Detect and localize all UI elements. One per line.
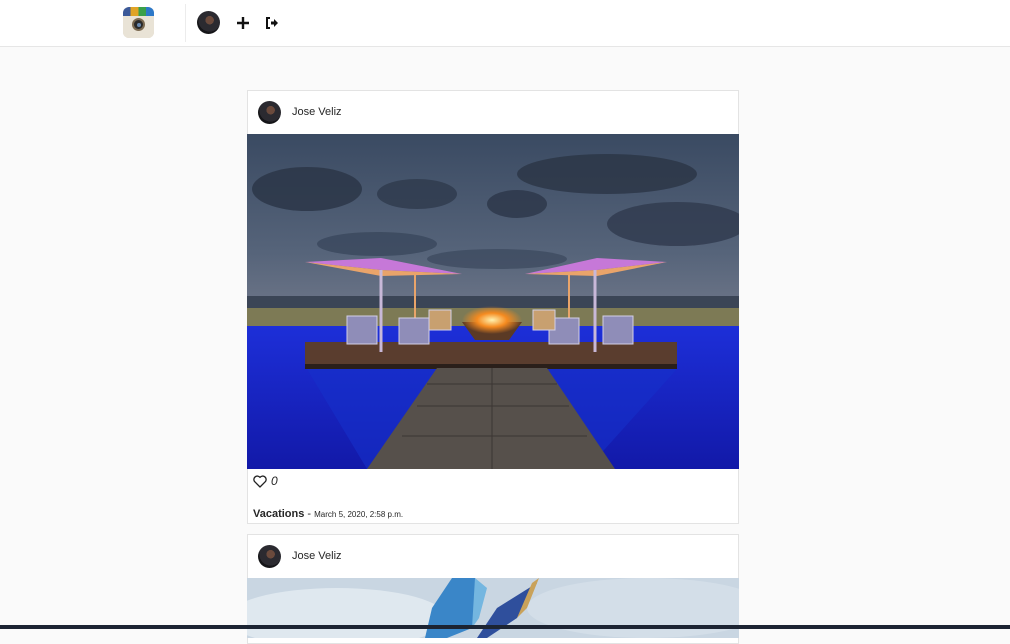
instagram-logo-icon[interactable]: [123, 7, 154, 38]
post-card: Jose Veliz: [247, 90, 739, 524]
post-author-avatar[interactable]: [258, 101, 281, 124]
logout-icon[interactable]: [264, 15, 280, 31]
taskbar-strip: [0, 625, 1010, 629]
caption-separator: -: [304, 508, 315, 520]
post-header: Jose Veliz: [248, 91, 738, 134]
heart-icon[interactable]: [253, 475, 267, 488]
post-username[interactable]: Jose Veliz: [292, 550, 342, 562]
nav-divider: [185, 4, 186, 42]
plus-icon[interactable]: [235, 15, 251, 31]
post-photo[interactable]: [247, 134, 739, 469]
post-date: March 5, 2020, 2:58 p.m.: [314, 510, 404, 519]
post-username[interactable]: Jose Veliz: [292, 106, 342, 118]
top-navbar: [0, 0, 1010, 47]
post-photo[interactable]: [247, 578, 739, 638]
profile-avatar[interactable]: [197, 11, 220, 34]
album-name[interactable]: Vacations: [253, 508, 304, 520]
post-caption: Vacations - March 5, 2020, 2:58 p.m.: [253, 504, 403, 522]
post-author-avatar[interactable]: [258, 545, 281, 568]
post-header: Jose Veliz: [248, 535, 738, 578]
like-count: 0: [271, 474, 278, 488]
